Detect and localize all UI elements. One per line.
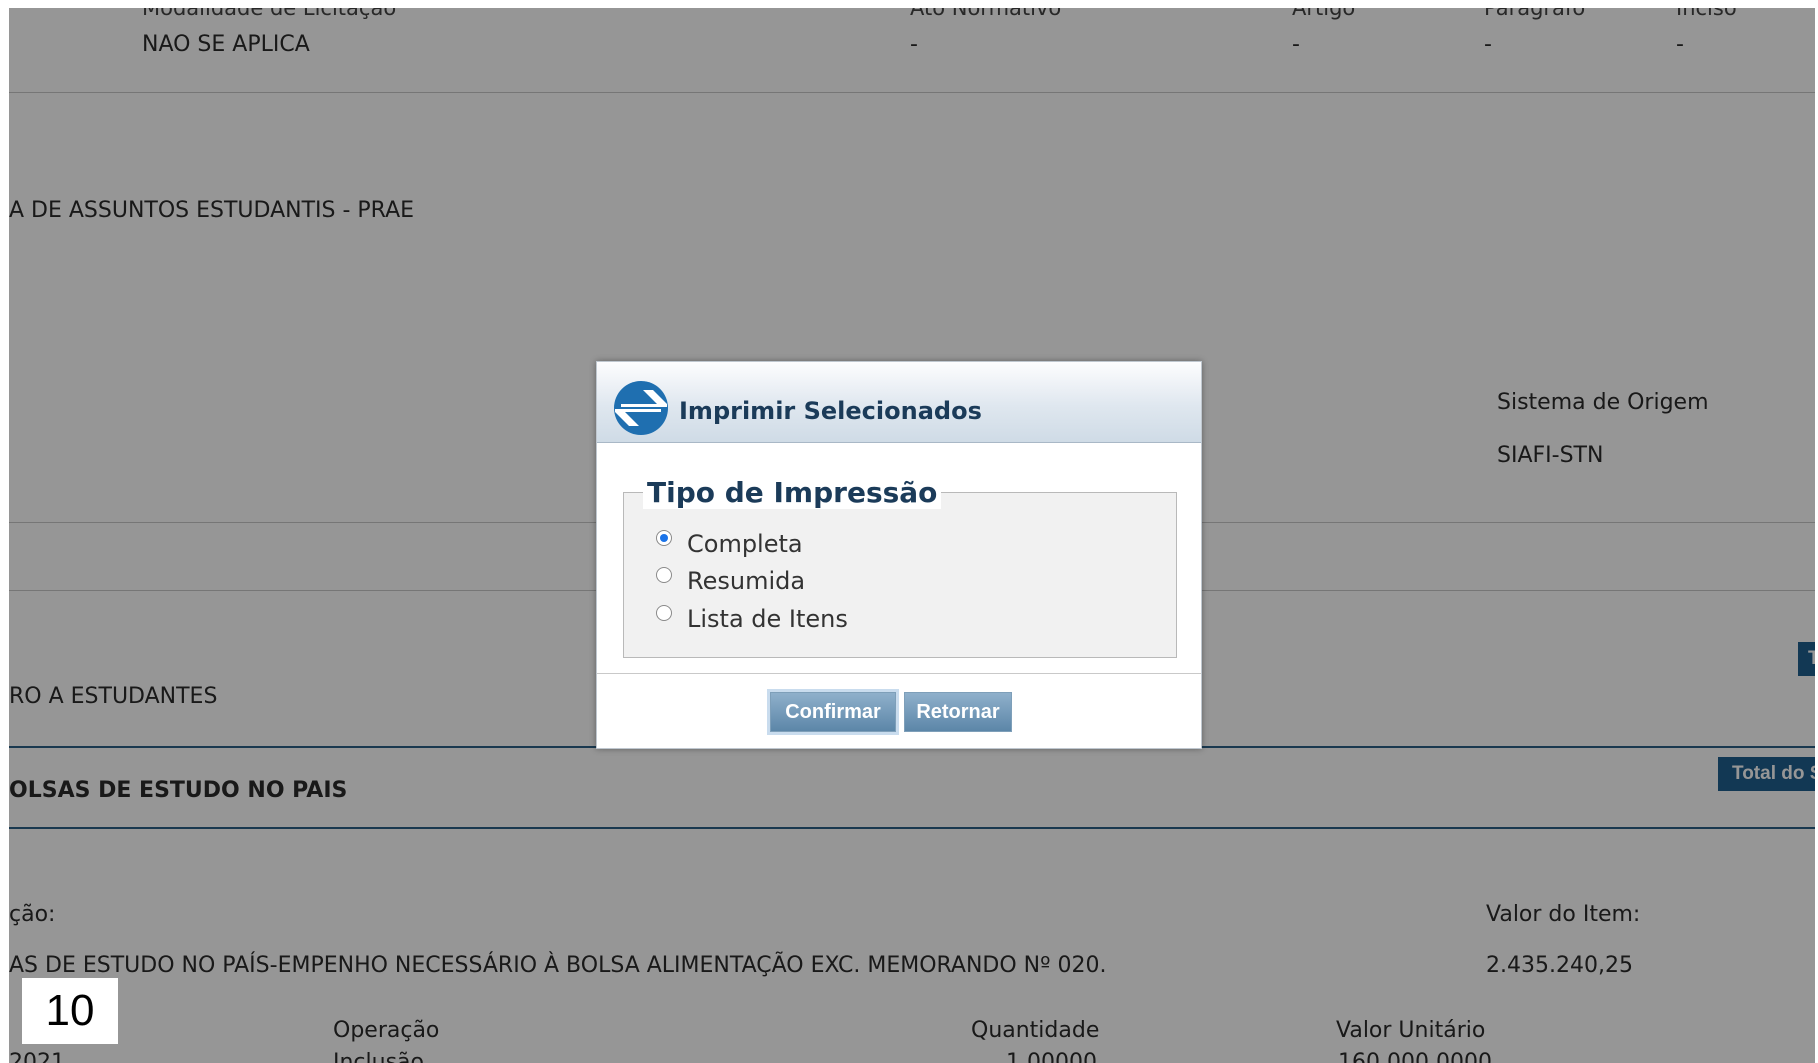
fieldset-legend: Tipo de Impressão bbox=[643, 476, 942, 509]
option-label: Resumida bbox=[687, 567, 806, 595]
frame-border bbox=[0, 0, 1818, 8]
dialog-header: Imprimir Selecionados bbox=[597, 362, 1201, 443]
return-button[interactable]: Retornar bbox=[904, 692, 1012, 732]
radio-lista-itens[interactable] bbox=[656, 605, 672, 621]
radio-completa[interactable] bbox=[656, 530, 672, 546]
option-label: Completa bbox=[687, 530, 803, 558]
confirm-button[interactable]: Confirmar bbox=[770, 692, 896, 732]
dialog-title: Imprimir Selecionados bbox=[679, 397, 982, 425]
option-label: Lista de Itens bbox=[687, 605, 848, 633]
frame-border bbox=[0, 0, 9, 1063]
option-completa[interactable]: Completa bbox=[656, 529, 803, 559]
screenshot-frame: Modalidade de Licitação Ato Normativo Ar… bbox=[0, 0, 1818, 1063]
option-resumida[interactable]: Resumida bbox=[656, 566, 805, 596]
option-lista-itens[interactable]: Lista de Itens bbox=[656, 604, 848, 634]
radio-resumida[interactable] bbox=[656, 567, 672, 583]
app-logo-icon bbox=[614, 381, 668, 435]
page-number: 10 bbox=[22, 978, 118, 1044]
print-type-fieldset: Completa Resumida Lista de Itens bbox=[623, 492, 1177, 658]
dialog-divider bbox=[597, 673, 1201, 674]
print-dialog: Imprimir Selecionados Completa Resumida … bbox=[596, 361, 1202, 749]
